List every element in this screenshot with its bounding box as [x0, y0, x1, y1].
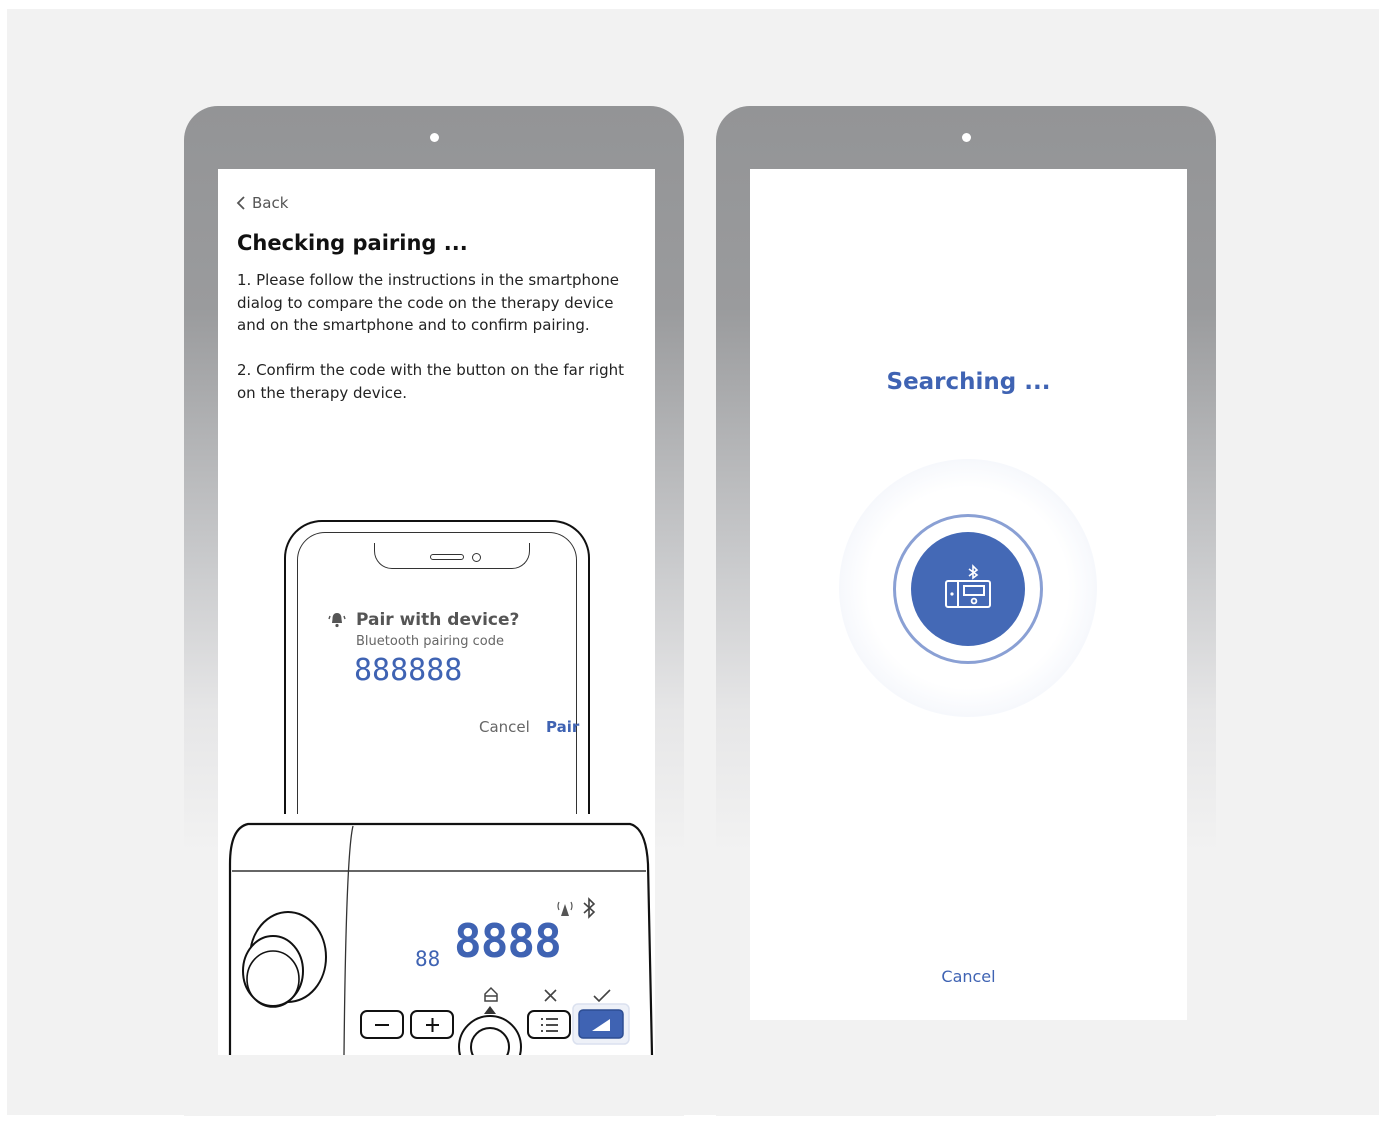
dialog-cancel-button: Cancel	[479, 718, 530, 736]
searching-status: Searching ...	[886, 369, 1051, 395]
pairing-illustration: Pair with device? Bluetooth pairing code…	[218, 509, 655, 1055]
instruction-step-2: 2. Confirm the code with the button on t…	[237, 361, 625, 402]
dialog-subtitle: Bluetooth pairing code	[356, 634, 505, 649]
phone-screen: Pair with device? Bluetooth pairing code…	[297, 532, 580, 832]
dialog-pair-button: Pair	[546, 718, 580, 736]
bell-icon	[328, 613, 346, 628]
device-display-small: 88	[415, 947, 441, 971]
therapy-device-illustration	[218, 814, 655, 1055]
smartphone-illustration: Pair with device? Bluetooth pairing code…	[284, 520, 594, 832]
instruction-step-1: 1. Please follow the instructions in the…	[237, 271, 619, 334]
searching-screen: Searching ... Cancel	[750, 169, 1187, 1020]
back-label: Back	[252, 194, 289, 212]
phone-speaker	[430, 554, 464, 560]
back-button[interactable]: Back	[236, 194, 288, 212]
device-display-large: 8888	[454, 914, 562, 968]
device-search-button[interactable]	[911, 532, 1025, 646]
tablet-frame-right: Searching ... Cancel	[716, 106, 1216, 1116]
pairing-screen: Back Checking pairing ... 1. Please foll…	[218, 169, 655, 1055]
chevron-left-icon	[236, 196, 245, 210]
page-title: Checking pairing ...	[237, 231, 468, 255]
phone-camera	[472, 553, 481, 562]
dialog-title: Pair with device?	[356, 610, 520, 630]
confirm-button	[578, 1009, 624, 1039]
tablet-camera	[962, 133, 971, 142]
cancel-search-button[interactable]: Cancel	[750, 967, 1187, 986]
tablet-camera	[430, 133, 439, 142]
pairing-code: 888888	[354, 653, 463, 688]
tablet-frame-left: Back Checking pairing ... 1. Please foll…	[184, 106, 684, 1116]
therapy-device-bluetooth-icon	[945, 564, 991, 608]
